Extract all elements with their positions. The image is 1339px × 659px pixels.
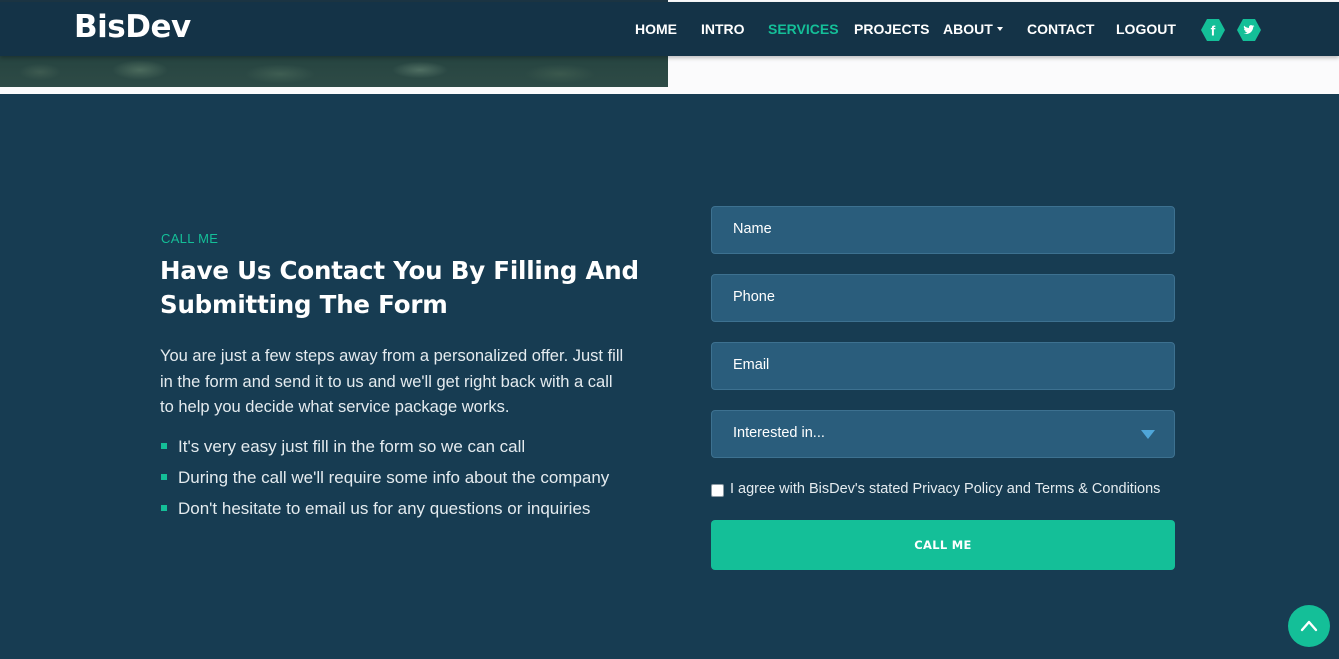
phone-field[interactable]: Phone: [711, 274, 1175, 322]
logo[interactable]: BisDev: [74, 9, 191, 45]
nav-item-home[interactable]: HOME: [635, 21, 677, 37]
twitter-icon[interactable]: [1236, 18, 1262, 42]
nav-item-about-label: ABOUT: [943, 21, 993, 37]
nav-item-services[interactable]: SERVICES: [768, 21, 839, 37]
triangle-down-icon: [1141, 430, 1155, 439]
list-item: During the call we'll require some info …: [160, 467, 640, 498]
section-eyebrow: CALL ME: [161, 231, 219, 246]
page: BisDev HOME INTRO SERVICES PROJECTS ABOU…: [0, 0, 1339, 659]
navbar: BisDev HOME INTRO SERVICES PROJECTS ABOU…: [0, 2, 1339, 56]
bullet-square-icon: [161, 505, 167, 511]
bullet-square-icon: [161, 443, 167, 449]
phone-placeholder: Phone: [733, 289, 775, 305]
bullet-square-icon: [161, 474, 167, 480]
chevron-up-icon: [1300, 620, 1318, 632]
list-item: Don't hesitate to email us for any quest…: [160, 498, 640, 529]
feature-list: It's very easy just fill in the form so …: [160, 436, 640, 529]
email-placeholder: Email: [733, 357, 770, 373]
facebook-icon[interactable]: f: [1200, 18, 1226, 42]
email-field[interactable]: Email: [711, 342, 1175, 390]
name-placeholder: Name: [733, 221, 772, 237]
nav-item-contact[interactable]: CONTACT: [1027, 21, 1094, 37]
list-item-text: It's very easy just fill in the form so …: [178, 437, 526, 456]
agree-label[interactable]: I agree with BisDev's stated Privacy Pol…: [730, 481, 1160, 497]
call-me-button[interactable]: CALL ME: [711, 520, 1175, 570]
nav-item-about[interactable]: ABOUT: [943, 21, 1003, 37]
svg-text:f: f: [1211, 23, 1216, 39]
nav-item-logout[interactable]: LOGOUT: [1116, 21, 1176, 37]
name-field[interactable]: Name: [711, 206, 1175, 254]
list-item: It's very easy just fill in the form so …: [160, 436, 640, 467]
nav-item-intro[interactable]: INTRO: [701, 21, 745, 37]
nav-item-projects[interactable]: PROJECTS: [854, 21, 929, 37]
section-heading: Have Us Contact You By Filling And Submi…: [160, 256, 639, 319]
interest-select[interactable]: Interested in...: [711, 410, 1175, 458]
back-to-top-button[interactable]: [1288, 605, 1330, 647]
list-item-text: During the call we'll require some info …: [178, 468, 610, 487]
agree-checkbox[interactable]: [711, 484, 724, 497]
section-paragraph: You are just a few steps away from a per…: [160, 347, 624, 416]
interest-select-value: Interested in...: [733, 425, 825, 441]
caret-down-icon: [996, 27, 1003, 31]
list-item-text: Don't hesitate to email us for any quest…: [178, 499, 591, 518]
